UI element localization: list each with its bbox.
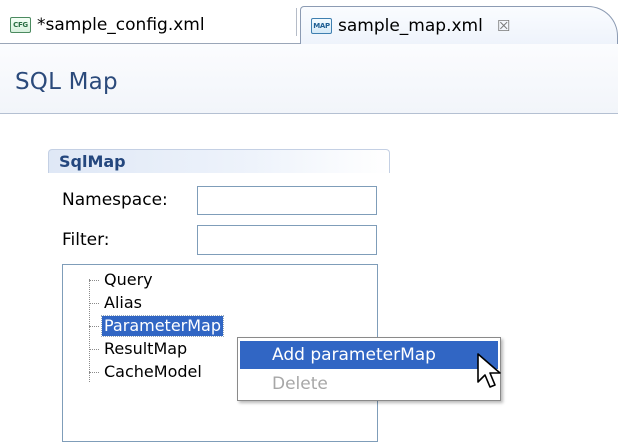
tree-item-resultmap[interactable]: ResultMap xyxy=(89,338,189,360)
filter-field[interactable] xyxy=(197,225,377,255)
section-header[interactable]: SqlMap xyxy=(48,149,390,173)
context-menu: Add parameterMap Delete xyxy=(237,337,501,401)
map-file-icon: MAP xyxy=(311,18,332,34)
filter-label: Filter: xyxy=(62,230,110,250)
tree-item-query[interactable]: Query xyxy=(89,269,155,291)
namespace-field[interactable] xyxy=(197,186,377,215)
page-title: SQL Map xyxy=(15,69,118,95)
tree-connector xyxy=(89,348,99,350)
tab-sample-config[interactable]: CFG *sample_config.xml xyxy=(8,6,298,44)
tree-connector xyxy=(89,325,99,327)
menu-item-delete[interactable]: Delete xyxy=(240,370,498,398)
close-icon[interactable]: ☒ xyxy=(497,18,510,34)
tree-item-label: CacheModel xyxy=(104,362,202,381)
tab-label: sample_map.xml xyxy=(338,16,483,36)
tree-item-cachemodel[interactable]: CacheModel xyxy=(89,361,204,383)
tab-divider xyxy=(296,8,297,36)
form-header: SQL Map xyxy=(0,44,618,114)
tree-connector xyxy=(89,302,99,304)
editor-tab-bar: CFG *sample_config.xml MAP sample_map.xm… xyxy=(0,0,618,45)
mouse-pointer-icon xyxy=(477,353,501,388)
tree-connector xyxy=(89,279,99,281)
namespace-label: Namespace: xyxy=(62,190,168,210)
tree-item-label: ParameterMap xyxy=(100,315,225,337)
tab-sample-map[interactable]: MAP sample_map.xml ☒ xyxy=(300,6,618,45)
menu-item-add-parametermap[interactable]: Add parameterMap xyxy=(240,341,498,369)
tree-item-label: Query xyxy=(104,270,153,289)
tree-connector xyxy=(89,371,99,373)
tree-item-label: ResultMap xyxy=(104,339,188,358)
tree-item-label: Alias xyxy=(104,293,142,312)
tree-item-parametermap[interactable]: ParameterMap xyxy=(89,315,225,337)
tree-item-alias[interactable]: Alias xyxy=(89,292,144,314)
config-file-icon: CFG xyxy=(10,17,31,33)
section-title: SqlMap xyxy=(59,152,126,171)
tab-label: *sample_config.xml xyxy=(37,15,205,35)
